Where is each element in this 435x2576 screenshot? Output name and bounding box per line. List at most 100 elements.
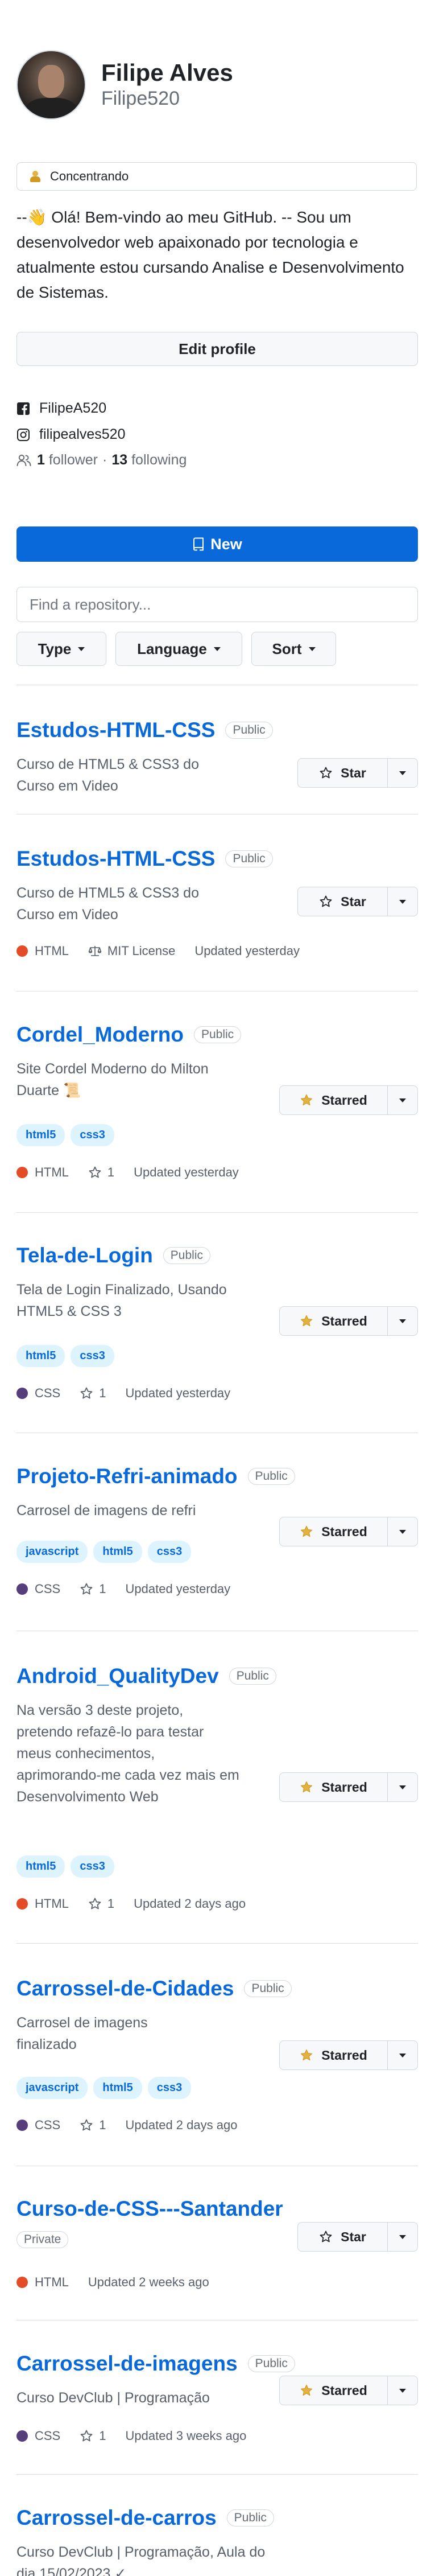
star-filled-icon <box>301 1781 313 1793</box>
repo-stars[interactable]: 1 <box>99 1582 106 1596</box>
repo-stars[interactable]: 1 <box>107 1165 114 1180</box>
repo-name-link[interactable]: Android_QualityDev <box>16 1664 219 1688</box>
sort-filter-button[interactable]: Sort <box>251 632 336 666</box>
status-emoji-icon <box>30 171 41 182</box>
repo-item: Estudos-HTML-CSS Public Curso de HTML5 &… <box>16 847 418 972</box>
topic-tag[interactable]: javascript <box>16 2077 88 2099</box>
star-button-group: Starred <box>279 1085 418 1115</box>
unstar-button[interactable]: Starred <box>279 1085 387 1115</box>
topic-tag[interactable]: javascript <box>16 1541 88 1563</box>
repo-name-link[interactable]: Carrossel-de-Cidades <box>16 1977 234 2001</box>
topic-tag[interactable]: css3 <box>71 1345 114 1367</box>
topic-tag[interactable]: html5 <box>16 1124 65 1146</box>
star-button-label: Starred <box>321 1779 367 1795</box>
repo-stars[interactable]: 1 <box>99 2429 106 2443</box>
topic-tag[interactable]: html5 <box>93 2077 142 2099</box>
repo-title-row: Tela-de-Login Public <box>16 1244 210 1268</box>
unstar-button[interactable]: Starred <box>279 2376 387 2405</box>
visibility-badge: Public <box>225 722 273 739</box>
divider <box>16 1212 418 1213</box>
chevron-down-icon <box>399 1098 406 1102</box>
star-list-dropdown[interactable] <box>387 887 418 916</box>
topic-list: html5 css3 <box>16 1345 114 1367</box>
repo-item: Curso-de-CSS---Santander Private HTML Up… <box>16 2197 418 2299</box>
profile-name: Filipe Alves <box>101 59 233 86</box>
star-list-dropdown[interactable] <box>387 758 418 788</box>
star-button[interactable]: Star <box>297 2222 387 2252</box>
repo-name-link[interactable]: Curso-de-CSS---Santander <box>16 2197 283 2221</box>
star-outline-icon <box>89 1898 101 1910</box>
topic-tag[interactable]: css3 <box>147 2077 192 2099</box>
star-button[interactable]: Star <box>297 758 387 788</box>
star-list-dropdown[interactable] <box>387 2376 418 2405</box>
star-button-group: Star <box>297 758 418 788</box>
star-list-dropdown[interactable] <box>387 1306 418 1336</box>
type-filter-button[interactable]: Type <box>16 632 106 666</box>
star-list-dropdown[interactable] <box>387 2040 418 2070</box>
topic-tag[interactable]: css3 <box>147 1541 192 1563</box>
unstar-button[interactable]: Starred <box>279 1517 387 1546</box>
repo-updated: Updated yesterday <box>125 1386 231 1400</box>
repo-item: Tela-de-Login Public Tela de Login Final… <box>16 1244 418 1403</box>
repo-description: Carrosel de imagens finalizado <box>16 2015 148 2052</box>
status-button[interactable]: Concentrando <box>16 162 417 191</box>
repo-updated: Updated 2 days ago <box>125 2118 238 2132</box>
unstar-button[interactable]: Starred <box>279 2040 387 2070</box>
repo-meta: HTML 1 Updated 2 days ago <box>16 1896 246 1911</box>
visibility-badge: Public <box>244 1980 292 1997</box>
visibility-badge: Public <box>229 1668 276 1685</box>
new-repository-button[interactable]: New <box>16 526 418 562</box>
repo-item: Estudos-HTML-CSS Public Curso de HTML5 &… <box>16 718 418 798</box>
repo-title-row: Android_QualityDev Public <box>16 1664 276 1688</box>
find-repository-input[interactable] <box>16 587 418 622</box>
repo-updated: Updated yesterday <box>125 1582 231 1596</box>
repo-name-link[interactable]: Estudos-HTML-CSS <box>16 718 215 742</box>
facebook-link[interactable]: FilipeA520 <box>16 400 106 417</box>
repo-name-link[interactable]: Carrossel-de-imagens <box>16 2352 238 2376</box>
repo-name-link[interactable]: Carrossel-de-carros <box>16 2506 217 2530</box>
repo-name-link[interactable]: Estudos-HTML-CSS <box>16 847 215 871</box>
repo-stars[interactable]: 1 <box>107 1896 114 1911</box>
facebook-handle: FilipeA520 <box>39 400 107 416</box>
repo-description: Tela de Login Finalizado, Usando HTML5 &… <box>16 1282 227 1319</box>
language-color-dot <box>16 1898 28 1910</box>
followers-link[interactable]: 1 follower <box>37 452 98 468</box>
topic-tag[interactable]: html5 <box>93 1541 142 1563</box>
chevron-down-icon <box>399 2235 406 2239</box>
chevron-down-icon <box>399 771 406 775</box>
chevron-down-icon <box>399 1785 406 1789</box>
star-list-dropdown[interactable] <box>387 1085 418 1115</box>
star-list-dropdown[interactable] <box>387 1517 418 1546</box>
avatar[interactable] <box>16 50 86 120</box>
chevron-down-icon <box>213 647 221 651</box>
language-color-dot <box>16 1167 28 1178</box>
topic-tag[interactable]: css3 <box>71 1124 114 1146</box>
repo-updated: Updated yesterday <box>194 944 300 958</box>
topic-tag[interactable]: css3 <box>71 1855 114 1878</box>
star-list-dropdown[interactable] <box>387 2222 418 2252</box>
star-button-group: Starred <box>279 1772 418 1802</box>
star-button[interactable]: Star <box>297 887 387 916</box>
unstar-button[interactable]: Starred <box>279 1772 387 1802</box>
edit-profile-button[interactable]: Edit profile <box>16 332 418 366</box>
repo-meta: HTML 1 Updated yesterday <box>16 1165 239 1180</box>
repo-name-link[interactable]: Tela-de-Login <box>16 1244 153 1268</box>
language-filter-button[interactable]: Language <box>115 632 242 666</box>
unstar-button[interactable]: Starred <box>279 1306 387 1336</box>
star-filled-icon <box>301 1094 313 1106</box>
repo-stars[interactable]: 1 <box>99 1386 106 1401</box>
star-button-label: Starred <box>321 1524 367 1539</box>
topic-tag[interactable]: html5 <box>16 1855 65 1878</box>
repo-name-link[interactable]: Projeto-Refri-animado <box>16 1464 238 1488</box>
repo-language: HTML <box>35 1165 69 1179</box>
profile-page: Filipe Alves Filipe520 Concentrando --👋 … <box>0 0 435 2576</box>
instagram-link[interactable]: filipealves520 <box>16 426 126 443</box>
repo-stars[interactable]: 1 <box>99 2118 106 2133</box>
following-link[interactable]: 13 following <box>111 452 187 468</box>
star-list-dropdown[interactable] <box>387 1772 418 1802</box>
repo-name-link[interactable]: Cordel_Moderno <box>16 1023 184 1047</box>
repo-updated: Updated 2 weeks ago <box>88 2275 209 2289</box>
chevron-down-icon <box>399 899 406 904</box>
repo-item: Carrossel-de-imagens Public Curso DevClu… <box>16 2352 418 2454</box>
topic-tag[interactable]: html5 <box>16 1345 65 1367</box>
